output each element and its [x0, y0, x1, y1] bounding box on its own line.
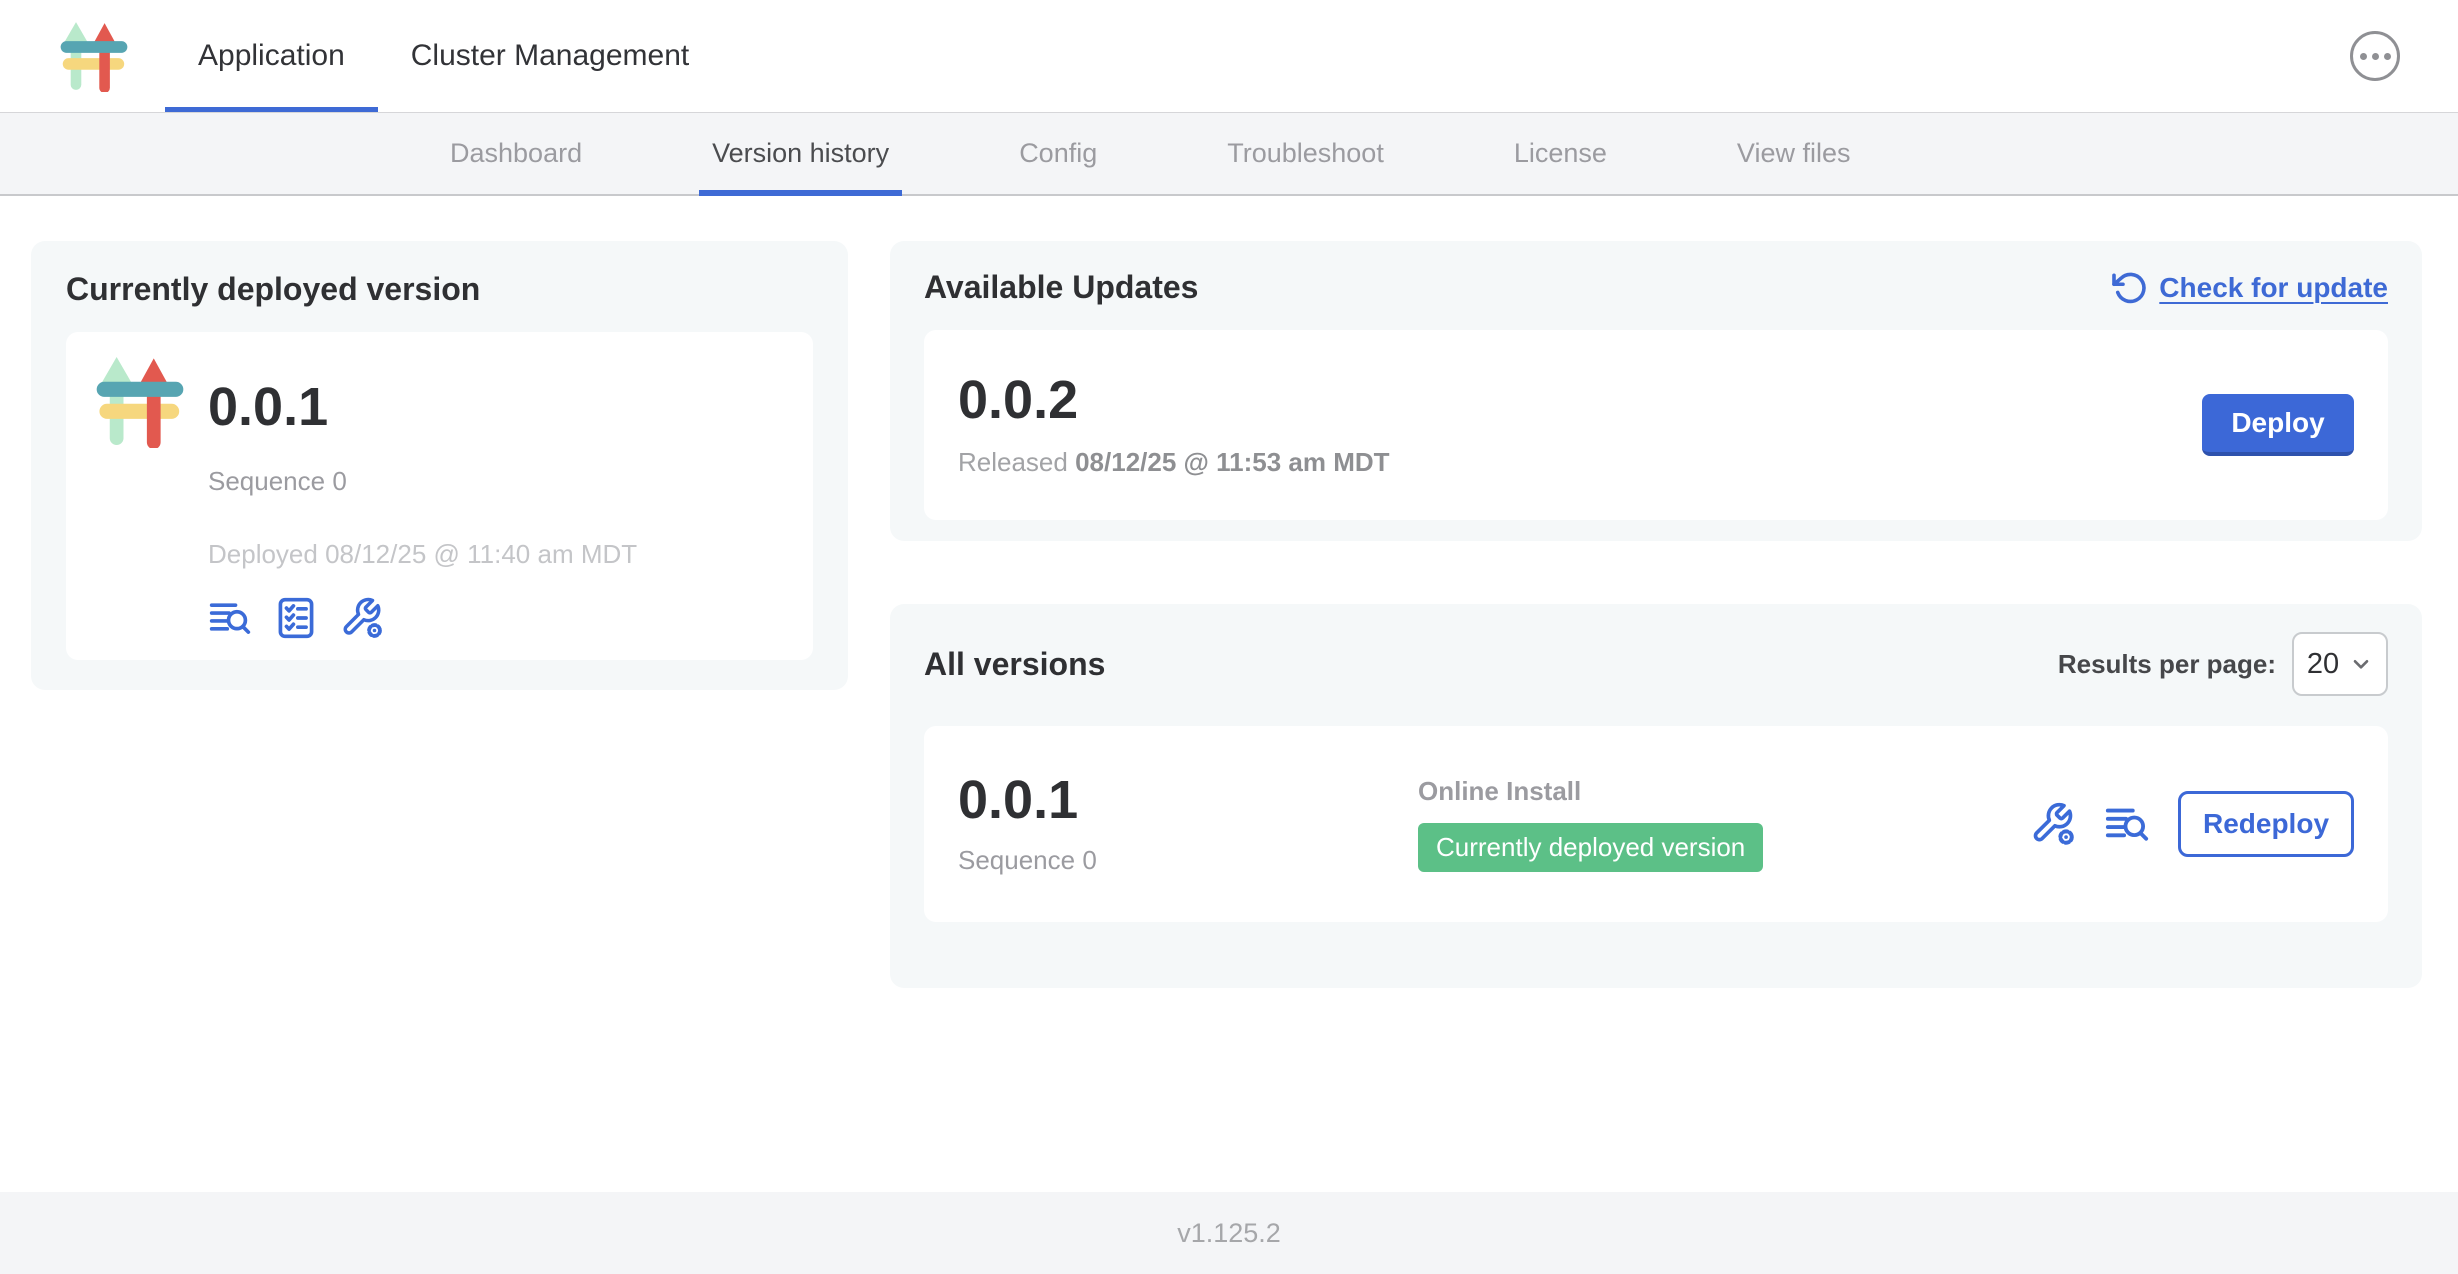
available-updates-title: Available Updates [924, 269, 1198, 306]
top-header: Application Cluster Management [0, 0, 2458, 112]
tab-cluster-management-label: Cluster Management [411, 39, 689, 73]
console-footer: v1.125.2 [0, 1192, 2458, 1274]
deployed-sequence: Sequence 0 [208, 466, 637, 497]
update-row: 0.0.2 Released 08/12/25 @ 11:53 am MDT D… [924, 330, 2388, 520]
config-wrench-icon[interactable] [340, 596, 384, 640]
update-released-timestamp: Released 08/12/25 @ 11:53 am MDT [958, 447, 1390, 478]
preflight-checks-icon[interactable] [274, 596, 318, 640]
subnav-tab-config[interactable]: Config [954, 113, 1162, 194]
check-for-update-link[interactable]: Check for update [2111, 270, 2388, 306]
config-wrench-icon[interactable] [2030, 801, 2076, 847]
subnav-tab-dashboard[interactable]: Dashboard [385, 113, 647, 194]
app-logo-icon [60, 20, 128, 92]
redeploy-button[interactable]: Redeploy [2178, 791, 2354, 857]
app-subnav: Dashboard Version history Config Trouble… [0, 112, 2458, 196]
chevron-down-icon [2349, 652, 2373, 676]
tab-application[interactable]: Application [165, 0, 378, 112]
available-updates-card: Available Updates Check for update 0.0.2… [890, 241, 2422, 541]
currently-deployed-card: Currently deployed version 0.0.1 Sequenc… [31, 241, 848, 690]
results-per-page-label: Results per page: [2058, 649, 2276, 680]
tab-cluster-management[interactable]: Cluster Management [378, 0, 722, 112]
release-diff-icon[interactable] [208, 596, 252, 640]
subnav-tab-license[interactable]: License [1449, 113, 1672, 194]
console-version: v1.125.2 [1177, 1218, 1281, 1249]
release-diff-icon[interactable] [2104, 801, 2150, 847]
deployed-version-number: 0.0.1 [208, 380, 637, 434]
all-versions-title: All versions [924, 646, 1105, 683]
deployed-timestamp: Deployed 08/12/25 @ 11:40 am MDT [208, 539, 637, 570]
app-logo-icon [96, 354, 184, 448]
subnav-tab-troubleshoot[interactable]: Troubleshoot [1162, 113, 1449, 194]
subnav-tab-version-history[interactable]: Version history [647, 113, 954, 194]
update-version-number: 0.0.2 [958, 373, 1390, 427]
all-versions-card: All versions Results per page: 20 0.0.1 … [890, 604, 2422, 988]
subnav-tab-view-files[interactable]: View files [1672, 113, 1916, 194]
deployed-version-panel: 0.0.1 Sequence 0 Deployed 08/12/25 @ 11:… [66, 332, 813, 660]
tab-application-label: Application [198, 39, 345, 73]
install-type-label: Online Install [1418, 776, 1763, 807]
ellipsis-menu-icon[interactable] [2350, 31, 2400, 81]
version-row: 0.0.1 Sequence 0 Online Install Currentl… [924, 726, 2388, 922]
header-tabs: Application Cluster Management [165, 0, 722, 112]
admin-console-page: Application Cluster Management Dashboard… [0, 0, 2458, 1274]
deployed-card-title: Currently deployed version [66, 271, 813, 308]
deploy-button[interactable]: Deploy [2202, 394, 2354, 456]
results-per-page-select[interactable]: 20 [2292, 632, 2388, 696]
currently-deployed-badge: Currently deployed version [1418, 823, 1763, 872]
app-logo [60, 0, 128, 112]
row-version-number: 0.0.1 [958, 773, 1418, 827]
refresh-ccw-icon [2111, 270, 2147, 306]
row-sequence: Sequence 0 [958, 845, 1418, 876]
